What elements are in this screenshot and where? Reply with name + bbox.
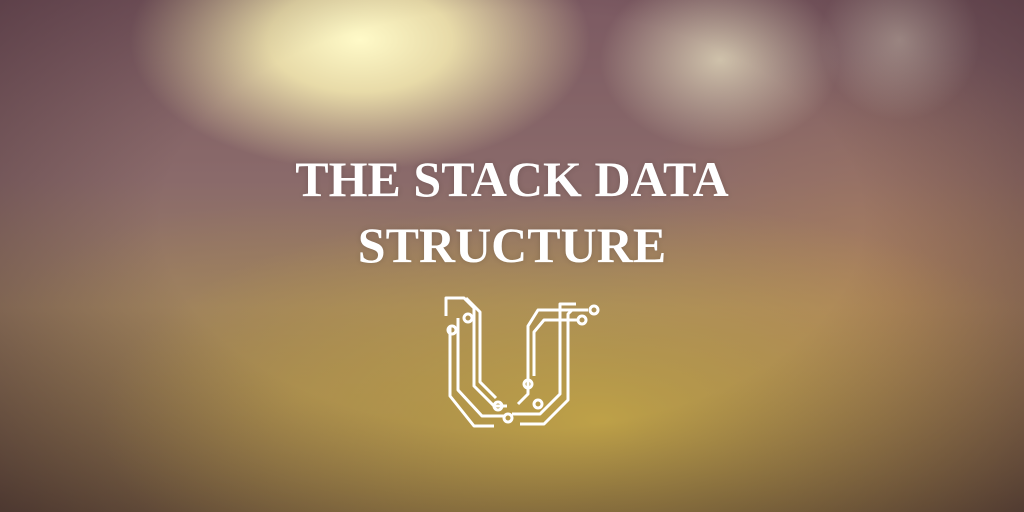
title-line-2: STRUCTURE (357, 217, 667, 273)
circuit-u-logo-icon (444, 296, 600, 428)
page-title: THE STACK DATA STRUCTURE (0, 146, 1024, 278)
title-line-1: THE STACK DATA (295, 151, 729, 207)
